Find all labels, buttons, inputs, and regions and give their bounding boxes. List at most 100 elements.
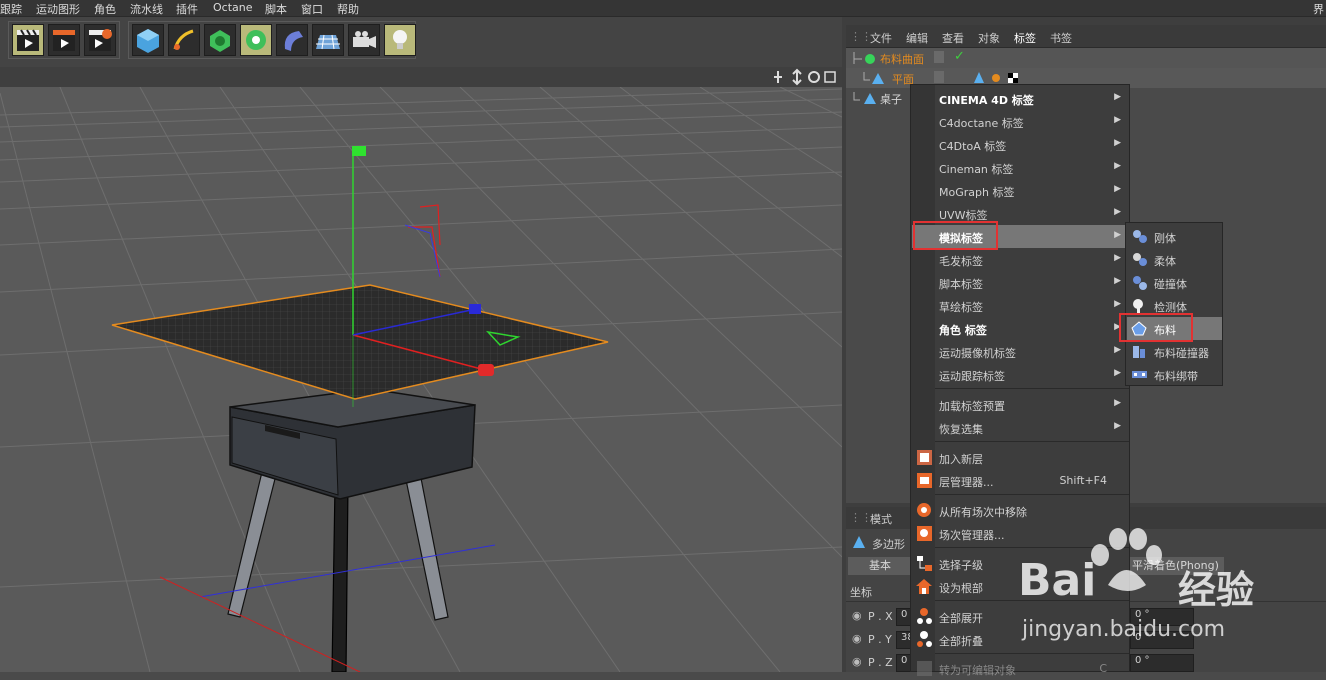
menu-item-character-tags[interactable]: 角色 标签 ▶: [912, 317, 1129, 340]
enabled-check-icon[interactable]: ✓: [954, 49, 965, 64]
3d-viewport[interactable]: [0, 87, 842, 672]
submenu-item-collider-body[interactable]: 碰撞体: [1127, 271, 1222, 294]
rigid-body-icon: [1133, 230, 1147, 243]
om-tab-object[interactable]: 对象: [978, 30, 1000, 46]
attr-section-coord: 坐标: [850, 586, 872, 599]
menu-layout[interactable]: 界: [1313, 1, 1324, 17]
menu-item-load-tag-preset[interactable]: 加载标签预置 ▶: [912, 393, 1129, 416]
tag-icons[interactable]: [974, 71, 1034, 85]
menu-item-cineman-tags[interactable]: Cineman 标签 ▶: [912, 156, 1129, 179]
menu-pipeline[interactable]: 流水线: [130, 1, 163, 17]
submenu-item-cloth-collider[interactable]: 布料碰撞器: [1127, 340, 1222, 363]
menu-character[interactable]: 角色: [94, 1, 116, 17]
simulation-tags-submenu: 刚体 柔体 碰撞体 检测体 布料 布料碰撞器 布料绑带: [1125, 222, 1223, 386]
cloth-belt-icon: [1132, 371, 1147, 378]
highlight-simulation-tags: [913, 221, 998, 250]
menu-item-hair-tags[interactable]: 毛发标签 ▶: [912, 248, 1129, 271]
object-name: 布料曲面: [880, 53, 924, 66]
bend-icon: [284, 31, 303, 51]
visibility-toggle[interactable]: [934, 71, 944, 83]
attr-tab-basic[interactable]: 基本: [848, 557, 912, 575]
keyframe-radio[interactable]: ◉: [852, 632, 862, 645]
menu-help[interactable]: 帮助: [337, 1, 359, 17]
om-tab-tags[interactable]: 标签: [1014, 30, 1036, 46]
subdivision-icon: [210, 30, 230, 52]
table-model: [227, 388, 476, 672]
floor-icon: [316, 34, 340, 50]
viewport-scene: [0, 87, 842, 672]
viewport-nav-icons[interactable]: [773, 68, 839, 86]
hierarchy-icon: [917, 556, 932, 571]
menu-item-sketch-tags[interactable]: 草绘标签 ▶: [912, 294, 1129, 317]
render-view-button[interactable]: [12, 24, 44, 56]
keyframe-radio[interactable]: ◉: [852, 655, 862, 668]
layer-manager-icon: [917, 473, 932, 488]
clapper-gear-icon: [89, 29, 112, 51]
polygon-object-icon: [853, 536, 865, 548]
submenu-item-rigid-body[interactable]: 刚体: [1127, 225, 1222, 248]
render-settings-button[interactable]: [84, 24, 116, 56]
menu-bar: 跟踪 运动图形 角色 流水线 插件 Octane 脚本 窗口 帮助 界: [0, 0, 1326, 17]
pen-button[interactable]: [168, 24, 200, 56]
ghost-icon: [1133, 299, 1143, 313]
watermark-brand-cn: 经验: [1178, 568, 1255, 612]
menu-script[interactable]: 脚本: [265, 1, 287, 17]
cloth-plane[interactable]: [111, 284, 609, 400]
attr-label-px: P . X: [868, 610, 893, 623]
attr-label-pz: P . Z: [868, 656, 893, 669]
menu-item-mograph-tags[interactable]: MoGraph 标签 ▶: [912, 179, 1129, 202]
menu-item-remove-from-takes[interactable]: 从所有场次中移除: [912, 499, 1129, 522]
menu-plugins[interactable]: 插件: [176, 1, 198, 17]
home-icon: [916, 579, 932, 594]
keyframe-radio[interactable]: ◉: [852, 609, 862, 622]
take-manager-icon: [917, 526, 932, 541]
menu-mograph[interactable]: 运动图形: [36, 1, 80, 17]
cube-button[interactable]: [132, 24, 164, 56]
subdivision-button[interactable]: [204, 24, 236, 56]
grip-icon: ⋮⋮: [850, 511, 872, 524]
collider-body-icon: [1133, 276, 1147, 290]
camera-button[interactable]: [348, 24, 380, 56]
cloner-button[interactable]: [240, 24, 272, 56]
menu-item-octane-tags[interactable]: C4doctane 标签 ▶: [912, 110, 1129, 133]
expand-icon: [917, 608, 932, 624]
om-tab-view[interactable]: 查看: [942, 30, 964, 46]
polygon-object-icon: [863, 72, 884, 84]
om-tab-bookmarks[interactable]: 书签: [1050, 30, 1072, 46]
submenu-item-soft-body[interactable]: 柔体: [1127, 248, 1222, 271]
deformer-button[interactable]: [276, 24, 308, 56]
menu-item-motion-camera-tags[interactable]: 运动摄像机标签 ▶: [912, 340, 1129, 363]
menu-item-c4d-tags[interactable]: CINEMA 4D 标签 ▶: [912, 87, 1129, 110]
om-tab-file[interactable]: 文件: [870, 30, 892, 46]
menu-item-motion-tracking-tags[interactable]: 运动跟踪标签 ▶: [912, 363, 1129, 386]
menu-item-restore-selection[interactable]: 恢复选集 ▶: [912, 416, 1129, 439]
attr-object-label: 多边形: [872, 538, 905, 551]
clapper-icon: [17, 29, 39, 51]
visibility-toggle[interactable]: [934, 51, 944, 63]
baidu-watermark: Bai 经验 jingyan.baidu.com: [1018, 525, 1318, 665]
om-tab-edit[interactable]: 编辑: [906, 30, 928, 46]
menu-item-layer-manager[interactable]: 层管理器... Shift+F4: [912, 469, 1129, 492]
object-manager-menubar: ⋮⋮ 文件 编辑 查看 对象 标签 书签: [846, 25, 1326, 48]
menu-item-script-tags[interactable]: 脚本标签 ▶: [912, 271, 1129, 294]
make-editable-icon: [917, 661, 932, 676]
light-button[interactable]: [384, 24, 416, 56]
layer-add-icon: [917, 450, 932, 465]
main-toolbar: [0, 17, 842, 67]
viewport-header: [0, 67, 842, 87]
menu-window[interactable]: 窗口: [301, 1, 323, 17]
menu-item-add-new-layer[interactable]: 加入新层: [912, 446, 1129, 469]
render-picture-viewer-button[interactable]: [48, 24, 80, 56]
highlight-cloth: [1119, 313, 1193, 342]
grip-icon: ⋮⋮: [850, 30, 872, 43]
menu-track[interactable]: 跟踪: [0, 1, 22, 17]
attr-tab-mode[interactable]: 模式: [870, 511, 892, 527]
attr-label-py: P . Y: [868, 633, 892, 646]
submenu-item-cloth-belt[interactable]: 布料绑带: [1127, 363, 1222, 386]
object-row-cloth-surface[interactable]: 布料曲面 ✓: [846, 48, 1326, 68]
watermark-brand: Bai: [1018, 555, 1097, 606]
menu-item-arnold-tags[interactable]: C4DtoA 标签 ▶: [912, 133, 1129, 156]
pen-icon: [173, 29, 194, 50]
menu-octane[interactable]: Octane: [213, 1, 253, 14]
floor-button[interactable]: [312, 24, 344, 56]
